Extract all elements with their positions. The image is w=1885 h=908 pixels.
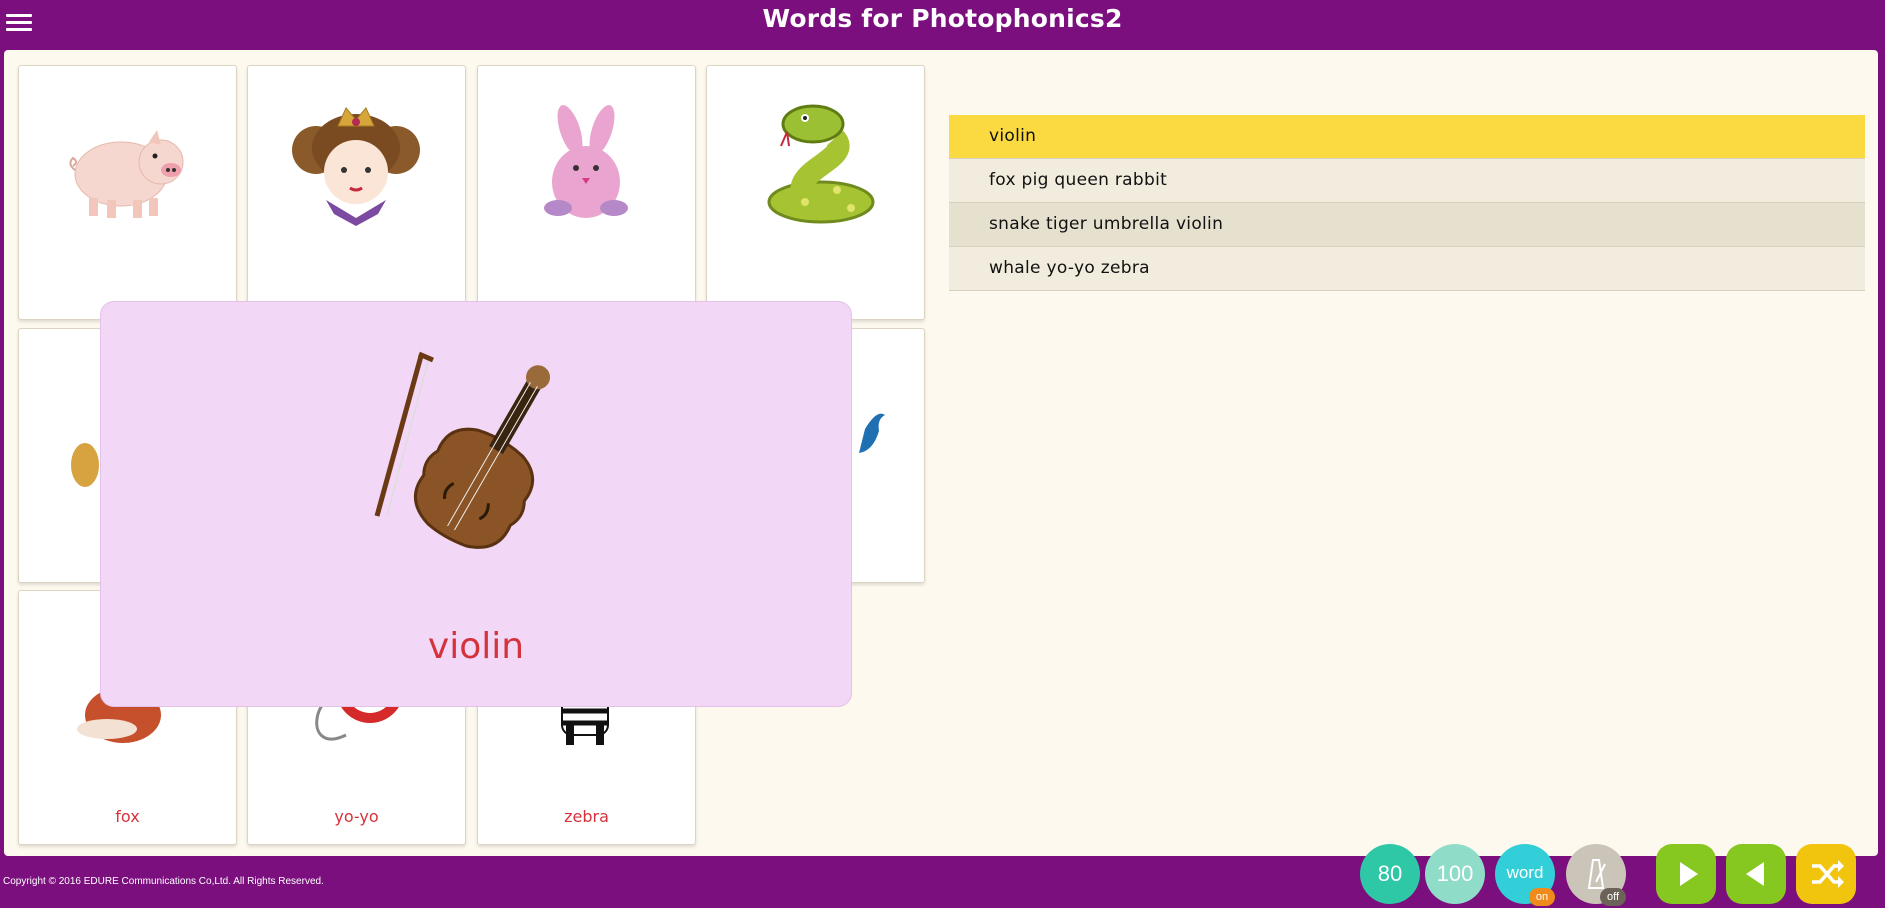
metronome-state-badge: off (1600, 888, 1626, 906)
app-header: Words for Photophonics2 (0, 0, 1885, 48)
play-button[interactable] (1656, 844, 1716, 904)
word-toggle-button[interactable]: word on (1495, 844, 1555, 906)
play-icon (1680, 862, 1698, 886)
snake-icon (767, 104, 875, 224)
card-word: yo-yo (334, 807, 379, 826)
card-rabbit[interactable] (477, 65, 696, 320)
list-item[interactable]: fox pig queen rabbit (949, 159, 1865, 203)
card-word: zebra (564, 807, 609, 826)
card-queen[interactable] (247, 65, 466, 320)
back-icon (1746, 862, 1764, 886)
word-list: violin fox pig queen rabbit snake tiger … (949, 115, 1865, 291)
speed-80-label: 80 (1377, 861, 1403, 886)
queen-icon (292, 107, 420, 226)
card-pig[interactable] (18, 65, 237, 320)
metronome-icon (1587, 859, 1606, 889)
list-item[interactable]: whale yo-yo zebra (949, 247, 1865, 291)
previous-button[interactable] (1726, 844, 1786, 904)
shuffle-button[interactable] (1796, 844, 1856, 904)
word-toggle-label: word (1506, 863, 1544, 882)
word-popup[interactable]: violin (100, 301, 852, 707)
shuffle-icon (1812, 860, 1844, 888)
popup-word: violin (427, 626, 525, 667)
card-snake[interactable] (706, 65, 925, 320)
metronome-toggle-button[interactable]: off (1566, 844, 1626, 906)
main-panel: fox yo-yo zebra violin fox pig queen rab… (4, 50, 1878, 856)
speed-100-label: 100 (1436, 861, 1474, 886)
page-title: Words for Photophonics2 (762, 4, 1123, 33)
list-item[interactable]: snake tiger umbrella violin (949, 203, 1865, 247)
copyright-text: Copyright © 2016 EDURE Communications Co… (3, 876, 324, 887)
violin-icon (374, 351, 550, 549)
word-toggle-state-badge: on (1529, 888, 1555, 906)
speed-80-button[interactable]: 80 (1360, 844, 1420, 904)
list-item[interactable]: violin (949, 115, 1865, 159)
rabbit-icon (544, 105, 628, 218)
speed-100-button[interactable]: 100 (1425, 844, 1485, 904)
pig-icon (69, 130, 184, 218)
card-word: fox (115, 807, 140, 826)
